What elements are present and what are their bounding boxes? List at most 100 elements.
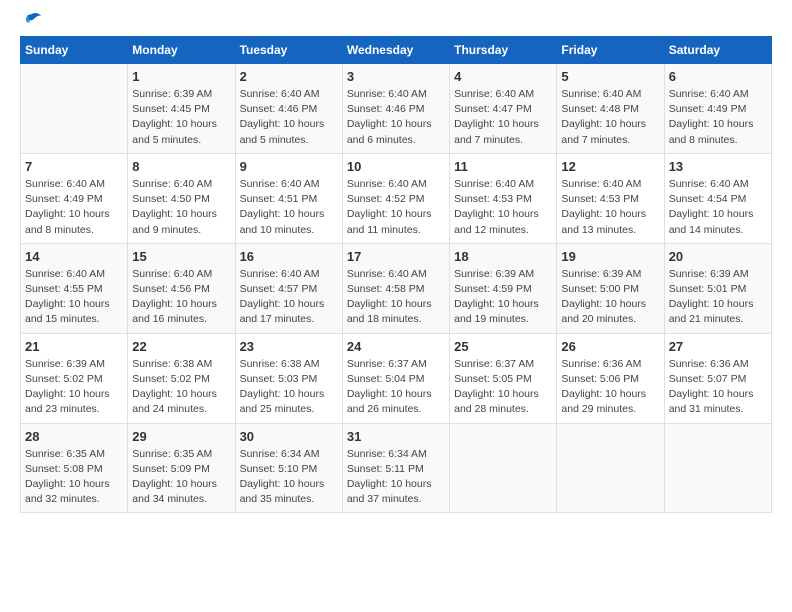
calendar-cell: 4 Sunrise: 6:40 AM Sunset: 4:47 PM Daylig… bbox=[450, 64, 557, 154]
calendar-cell: 28Sunrise: 6:35 AM Sunset: 5:08 PM Dayli… bbox=[21, 423, 128, 513]
calendar-cell: 15 Sunrise: 6:40 AM Sunset: 4:56 PM Dayli… bbox=[128, 243, 235, 333]
day-info: Sunrise: 6:37 AM Sunset: 5:04 PM Dayligh… bbox=[347, 357, 445, 418]
calendar-cell bbox=[21, 64, 128, 154]
header-day-friday: Friday bbox=[557, 37, 664, 64]
calendar-cell: 7 Sunrise: 6:40 AM Sunset: 4:49 PM Daylig… bbox=[21, 153, 128, 243]
calendar-cell: 29 Sunrise: 6:35 AM Sunset: 5:09 PM Dayli… bbox=[128, 423, 235, 513]
header-day-wednesday: Wednesday bbox=[342, 37, 449, 64]
day-number: 1 bbox=[132, 69, 230, 84]
day-info: Sunrise: 6:40 AM Sunset: 4:46 PM Dayligh… bbox=[347, 87, 445, 148]
calendar-cell: 12 Sunrise: 6:40 AM Sunset: 4:53 PM Dayli… bbox=[557, 153, 664, 243]
day-number: 25 bbox=[454, 339, 552, 354]
day-number: 31 bbox=[347, 429, 445, 444]
calendar-cell: 21 Sunrise: 6:39 AM Sunset: 5:02 PM Dayli… bbox=[21, 333, 128, 423]
day-number: 5 bbox=[561, 69, 659, 84]
day-number: 19 bbox=[561, 249, 659, 264]
header-day-monday: Monday bbox=[128, 37, 235, 64]
day-info: Sunrise: 6:40 AM Sunset: 4:52 PM Dayligh… bbox=[347, 177, 445, 238]
calendar-header-row: SundayMondayTuesdayWednesdayThursdayFrid… bbox=[21, 37, 772, 64]
day-number: 16 bbox=[240, 249, 338, 264]
day-number: 8 bbox=[132, 159, 230, 174]
calendar-cell: 30 Sunrise: 6:34 AM Sunset: 5:10 PM Dayli… bbox=[235, 423, 342, 513]
calendar-cell: 19 Sunrise: 6:39 AM Sunset: 5:00 PM Dayli… bbox=[557, 243, 664, 333]
calendar-week-row: 1 Sunrise: 6:39 AM Sunset: 4:45 PM Daylig… bbox=[21, 64, 772, 154]
day-info: Sunrise: 6:39 AM Sunset: 4:45 PM Dayligh… bbox=[132, 87, 230, 148]
calendar-cell: 17 Sunrise: 6:40 AM Sunset: 4:58 PM Dayli… bbox=[342, 243, 449, 333]
calendar-cell: 3 Sunrise: 6:40 AM Sunset: 4:46 PM Daylig… bbox=[342, 64, 449, 154]
day-info: Sunrise: 6:40 AM Sunset: 4:53 PM Dayligh… bbox=[561, 177, 659, 238]
day-info: Sunrise: 6:37 AM Sunset: 5:05 PM Dayligh… bbox=[454, 357, 552, 418]
day-info: Sunrise: 6:39 AM Sunset: 5:00 PM Dayligh… bbox=[561, 267, 659, 328]
calendar-cell bbox=[664, 423, 771, 513]
day-info: Sunrise: 6:35 AM Sunset: 5:09 PM Dayligh… bbox=[132, 447, 230, 508]
day-info: Sunrise: 6:40 AM Sunset: 4:55 PM Dayligh… bbox=[25, 267, 123, 328]
day-info: Sunrise: 6:38 AM Sunset: 5:03 PM Dayligh… bbox=[240, 357, 338, 418]
day-info: Sunrise: 6:40 AM Sunset: 4:48 PM Dayligh… bbox=[561, 87, 659, 148]
day-info: Sunrise: 6:40 AM Sunset: 4:53 PM Dayligh… bbox=[454, 177, 552, 238]
day-number: 24 bbox=[347, 339, 445, 354]
day-number: 7 bbox=[25, 159, 123, 174]
logo-bird-icon bbox=[22, 12, 42, 30]
day-number: 23 bbox=[240, 339, 338, 354]
day-number: 22 bbox=[132, 339, 230, 354]
calendar-cell: 8 Sunrise: 6:40 AM Sunset: 4:50 PM Daylig… bbox=[128, 153, 235, 243]
calendar-cell: 18 Sunrise: 6:39 AM Sunset: 4:59 PM Dayli… bbox=[450, 243, 557, 333]
day-number: 14 bbox=[25, 249, 123, 264]
day-info: Sunrise: 6:39 AM Sunset: 4:59 PM Dayligh… bbox=[454, 267, 552, 328]
calendar-cell: 26Sunrise: 6:36 AM Sunset: 5:06 PM Dayli… bbox=[557, 333, 664, 423]
day-number: 3 bbox=[347, 69, 445, 84]
header-day-sunday: Sunday bbox=[21, 37, 128, 64]
day-info: Sunrise: 6:40 AM Sunset: 4:50 PM Dayligh… bbox=[132, 177, 230, 238]
day-number: 30 bbox=[240, 429, 338, 444]
day-info: Sunrise: 6:38 AM Sunset: 5:02 PM Dayligh… bbox=[132, 357, 230, 418]
day-number: 12 bbox=[561, 159, 659, 174]
header-day-tuesday: Tuesday bbox=[235, 37, 342, 64]
day-info: Sunrise: 6:40 AM Sunset: 4:51 PM Dayligh… bbox=[240, 177, 338, 238]
day-number: 20 bbox=[669, 249, 767, 264]
day-number: 21 bbox=[25, 339, 123, 354]
day-info: Sunrise: 6:40 AM Sunset: 4:57 PM Dayligh… bbox=[240, 267, 338, 328]
day-number: 9 bbox=[240, 159, 338, 174]
calendar-cell: 6Sunrise: 6:40 AM Sunset: 4:49 PM Daylig… bbox=[664, 64, 771, 154]
day-number: 13 bbox=[669, 159, 767, 174]
page-header bbox=[20, 20, 772, 26]
day-number: 10 bbox=[347, 159, 445, 174]
day-info: Sunrise: 6:40 AM Sunset: 4:46 PM Dayligh… bbox=[240, 87, 338, 148]
day-number: 29 bbox=[132, 429, 230, 444]
day-info: Sunrise: 6:36 AM Sunset: 5:06 PM Dayligh… bbox=[561, 357, 659, 418]
calendar-week-row: 28Sunrise: 6:35 AM Sunset: 5:08 PM Dayli… bbox=[21, 423, 772, 513]
calendar-cell: 9 Sunrise: 6:40 AM Sunset: 4:51 PM Daylig… bbox=[235, 153, 342, 243]
day-number: 15 bbox=[132, 249, 230, 264]
calendar-week-row: 7 Sunrise: 6:40 AM Sunset: 4:49 PM Daylig… bbox=[21, 153, 772, 243]
day-info: Sunrise: 6:40 AM Sunset: 4:47 PM Dayligh… bbox=[454, 87, 552, 148]
day-info: Sunrise: 6:39 AM Sunset: 5:02 PM Dayligh… bbox=[25, 357, 123, 418]
day-info: Sunrise: 6:40 AM Sunset: 4:49 PM Dayligh… bbox=[25, 177, 123, 238]
calendar-cell: 16 Sunrise: 6:40 AM Sunset: 4:57 PM Dayli… bbox=[235, 243, 342, 333]
calendar-cell: 5 Sunrise: 6:40 AM Sunset: 4:48 PM Daylig… bbox=[557, 64, 664, 154]
calendar-cell: 10 Sunrise: 6:40 AM Sunset: 4:52 PM Dayli… bbox=[342, 153, 449, 243]
logo bbox=[20, 20, 42, 26]
day-number: 4 bbox=[454, 69, 552, 84]
calendar-cell bbox=[450, 423, 557, 513]
day-number: 18 bbox=[454, 249, 552, 264]
calendar-cell: 13 Sunrise: 6:40 AM Sunset: 4:54 PM Dayli… bbox=[664, 153, 771, 243]
calendar-cell: 11 Sunrise: 6:40 AM Sunset: 4:53 PM Dayli… bbox=[450, 153, 557, 243]
calendar-cell: 27Sunrise: 6:36 AM Sunset: 5:07 PM Dayli… bbox=[664, 333, 771, 423]
calendar-cell bbox=[557, 423, 664, 513]
calendar-table: SundayMondayTuesdayWednesdayThursdayFrid… bbox=[20, 36, 772, 513]
day-info: Sunrise: 6:34 AM Sunset: 5:10 PM Dayligh… bbox=[240, 447, 338, 508]
header-day-thursday: Thursday bbox=[450, 37, 557, 64]
day-number: 17 bbox=[347, 249, 445, 264]
day-number: 2 bbox=[240, 69, 338, 84]
day-number: 27 bbox=[669, 339, 767, 354]
calendar-cell: 22 Sunrise: 6:38 AM Sunset: 5:02 PM Dayli… bbox=[128, 333, 235, 423]
calendar-cell: 31 Sunrise: 6:34 AM Sunset: 5:11 PM Dayli… bbox=[342, 423, 449, 513]
calendar-cell: 20Sunrise: 6:39 AM Sunset: 5:01 PM Dayli… bbox=[664, 243, 771, 333]
day-info: Sunrise: 6:34 AM Sunset: 5:11 PM Dayligh… bbox=[347, 447, 445, 508]
day-number: 11 bbox=[454, 159, 552, 174]
day-info: Sunrise: 6:40 AM Sunset: 4:54 PM Dayligh… bbox=[669, 177, 767, 238]
day-info: Sunrise: 6:40 AM Sunset: 4:56 PM Dayligh… bbox=[132, 267, 230, 328]
day-info: Sunrise: 6:40 AM Sunset: 4:49 PM Dayligh… bbox=[669, 87, 767, 148]
day-info: Sunrise: 6:35 AM Sunset: 5:08 PM Dayligh… bbox=[25, 447, 123, 508]
day-info: Sunrise: 6:40 AM Sunset: 4:58 PM Dayligh… bbox=[347, 267, 445, 328]
